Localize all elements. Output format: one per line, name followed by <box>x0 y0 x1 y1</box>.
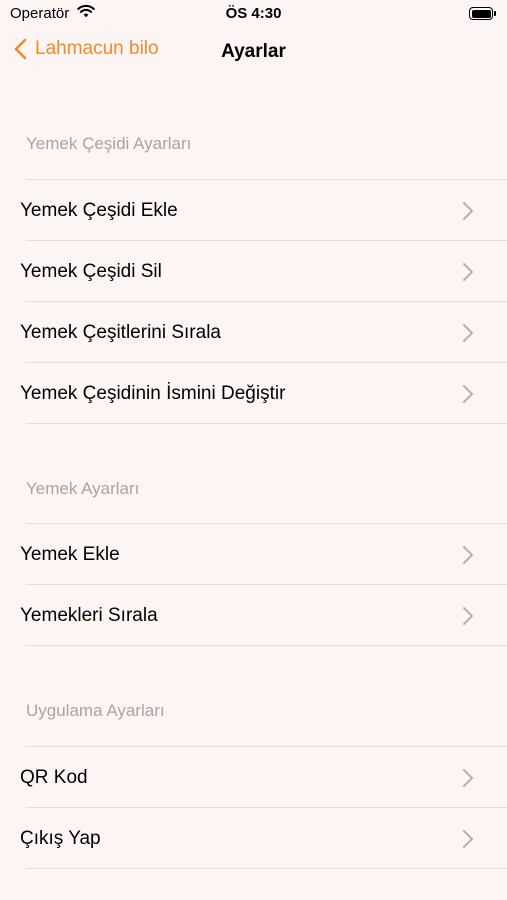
row-yemek-cesidi-sil[interactable]: Yemek Çeşidi Sil <box>0 241 507 302</box>
section-header-yemek: Yemek Ayarları <box>26 479 140 498</box>
chevron-right-icon <box>462 384 474 409</box>
row-yemek-ekle[interactable]: Yemek Ekle <box>0 524 507 585</box>
row-yemek-cesidinin-ismini-degistir[interactable]: Yemek Çeşidinin İsmini Değiştir <box>0 363 507 424</box>
row-label: Yemekleri Sırala <box>20 605 158 626</box>
row-qr-kod[interactable]: QR Kod <box>0 747 507 808</box>
status-bar: Operatör ÖS 4:30 <box>0 0 507 28</box>
chevron-right-icon <box>462 201 474 226</box>
row-label: Yemek Çeşidi Sil <box>20 261 162 282</box>
row-label: QR Kod <box>20 767 88 788</box>
section-header-uygulama: Uygulama Ayarları <box>26 701 165 720</box>
battery-icon <box>469 7 496 20</box>
row-label: Yemek Çeşitlerini Sırala <box>20 322 221 343</box>
row-label: Yemek Çeşidi Ekle <box>20 200 178 221</box>
row-label: Yemek Çeşidinin İsmini Değiştir <box>20 383 286 404</box>
navigation-bar: Lahmacun bilo Ayarlar <box>0 30 507 74</box>
chevron-right-icon <box>462 323 474 348</box>
chevron-right-icon <box>462 829 474 854</box>
row-cikis-yap[interactable]: Çıkış Yap <box>0 808 507 869</box>
row-yemek-cesitlerini-sirala[interactable]: Yemek Çeşitlerini Sırala <box>0 302 507 363</box>
clock: ÖS 4:30 <box>225 5 282 22</box>
section-header-yemek-cesidi: Yemek Çeşidi Ayarları <box>26 134 192 153</box>
row-label: Yemek Ekle <box>20 544 120 565</box>
separator <box>26 868 507 869</box>
chevron-right-icon <box>462 606 474 631</box>
row-label: Çıkış Yap <box>20 828 101 849</box>
page-title: Ayarlar <box>0 41 507 63</box>
chevron-right-icon <box>462 545 474 570</box>
row-yemek-cesidi-ekle[interactable]: Yemek Çeşidi Ekle <box>0 180 507 241</box>
separator <box>26 645 507 646</box>
chevron-right-icon <box>462 768 474 793</box>
page-title-text: Ayarlar <box>221 41 286 62</box>
row-yemekleri-sirala[interactable]: Yemekleri Sırala <box>0 585 507 646</box>
separator <box>26 423 507 424</box>
chevron-right-icon <box>462 262 474 287</box>
